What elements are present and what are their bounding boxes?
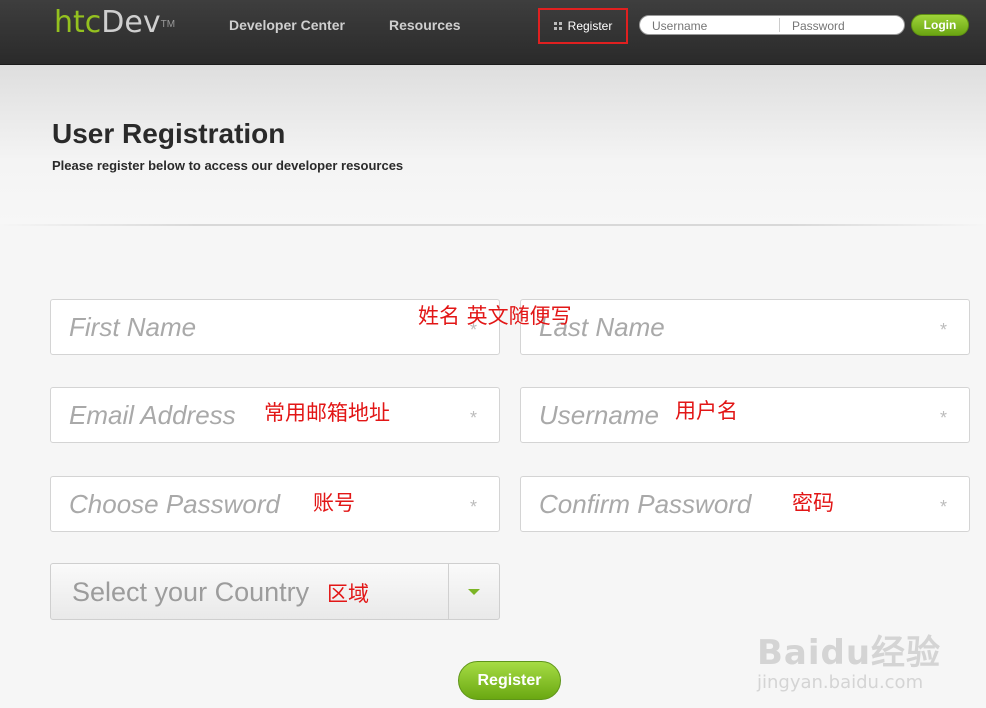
username-placeholder: Username	[539, 400, 659, 430]
first-name-placeholder: First Name	[69, 312, 197, 342]
country-select[interactable]: Select your Country	[50, 563, 500, 620]
page-title: User Registration	[52, 118, 286, 149]
chevron-down-icon	[468, 589, 480, 595]
annotation-region: 区域	[327, 582, 369, 606]
annotation-name: 姓名 英文随便写	[418, 304, 572, 328]
register-submit-button[interactable]: Register	[458, 661, 561, 700]
confirm-password-placeholder: Confirm Password	[539, 489, 752, 519]
login-username-input[interactable]	[650, 16, 779, 36]
htcdev-logo[interactable]: htcDevTM	[54, 6, 175, 40]
login-field-divider	[779, 18, 780, 32]
annotation-account: 账号	[313, 491, 355, 515]
header-divider	[0, 224, 986, 226]
nav-developer-center[interactable]: Developer Center	[229, 17, 345, 33]
register-link-label: Register	[567, 19, 613, 33]
required-asterisk: *	[939, 497, 947, 517]
choose-password-placeholder: Choose Password	[69, 489, 280, 519]
email-placeholder: Email Address	[69, 400, 236, 430]
last-name-field[interactable]: Last Name *	[520, 299, 970, 355]
country-select-toggle[interactable]	[448, 564, 499, 619]
logo-dev-text: Dev	[101, 5, 161, 40]
register-link[interactable]: Register	[538, 8, 628, 44]
nav-resources[interactable]: Resources	[389, 17, 461, 33]
watermark-main: Baidu经验	[757, 633, 942, 673]
annotation-password: 密码	[792, 491, 834, 515]
annotation-email: 常用邮箱地址	[264, 401, 390, 425]
watermark-url: jingyan.baidu.com	[757, 672, 924, 693]
login-button[interactable]: Login	[911, 14, 969, 36]
top-navigation-bar: htcDevTM Developer Center Resources Regi…	[0, 0, 986, 65]
country-select-value: Select your Country	[72, 577, 310, 607]
logo-trademark: TM	[160, 19, 176, 30]
annotation-username: 用户名	[675, 399, 738, 423]
confirm-password-field[interactable]: Confirm Password *	[520, 476, 970, 532]
choose-password-field[interactable]: Choose Password *	[50, 476, 500, 532]
page-subtitle: Please register below to access our deve…	[52, 158, 404, 173]
login-password-input[interactable]	[790, 16, 899, 36]
required-asterisk: *	[469, 497, 477, 517]
required-asterisk: *	[469, 408, 477, 428]
baidu-watermark: Baidu经验 jingyan.baidu.com	[757, 625, 941, 693]
username-field[interactable]: Username *	[520, 387, 970, 443]
required-asterisk: *	[939, 408, 947, 428]
grid-icon	[553, 22, 562, 30]
required-asterisk: *	[939, 320, 947, 340]
login-form	[639, 15, 905, 36]
logo-htc-text: htc	[54, 5, 102, 40]
